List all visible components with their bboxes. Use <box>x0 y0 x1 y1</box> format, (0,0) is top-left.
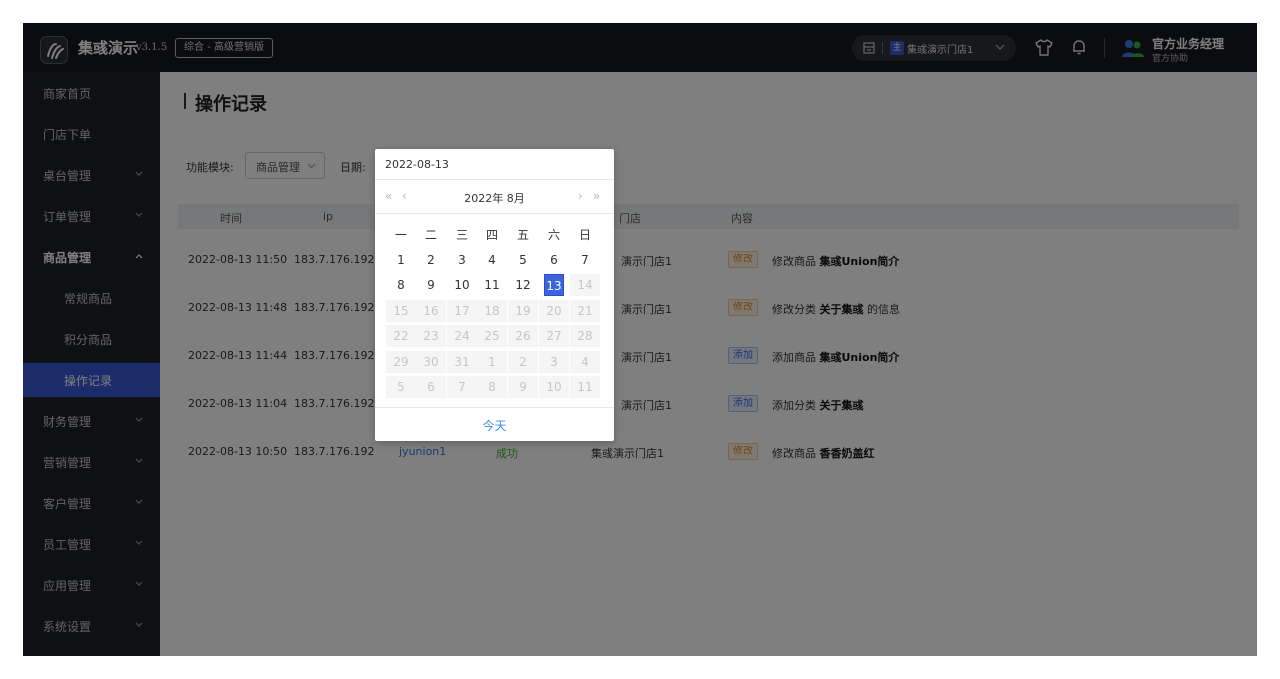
weekday-label: 六 <box>547 228 560 242</box>
calendar-day: 22 <box>386 325 416 347</box>
weekday-label: 三 <box>455 228 468 242</box>
modal-overlay[interactable] <box>23 23 1257 656</box>
calendar-day: 28 <box>570 325 600 347</box>
calendar-day: 2 <box>508 351 538 373</box>
date-picker-popup: 2022-08-13 « ‹ 2022年 8月 › » 一二三四五六日 1234… <box>375 149 614 441</box>
calendar-day[interactable]: 9 <box>416 274 446 296</box>
calendar-day: 1 <box>477 351 507 373</box>
calendar-day: 31 <box>447 351 477 373</box>
calendar-day-selected[interactable]: 13 <box>544 274 564 296</box>
calendar-day: 3 <box>539 351 569 373</box>
next-month-button[interactable]: › <box>578 189 583 203</box>
calendar-day: 11 <box>570 376 600 398</box>
calendar-header: « ‹ 2022年 8月 › » <box>375 180 614 214</box>
calendar-day: 5 <box>386 376 416 398</box>
calendar-day: 4 <box>570 351 600 373</box>
calendar-day: 20 <box>539 300 569 322</box>
calendar-day: 24 <box>447 325 477 347</box>
calendar-day[interactable]: 4 <box>477 249 507 271</box>
calendar-day: 17 <box>447 300 477 322</box>
app-window: 集彧演示 v3.1.5 综合 - 高级营销版 主 集彧演示门店1 <box>23 23 1257 656</box>
calendar-day[interactable]: 5 <box>508 249 538 271</box>
calendar-day[interactable]: 3 <box>447 249 477 271</box>
calendar-footer: 今天 <box>375 407 614 441</box>
weekday-label: 五 <box>516 228 529 242</box>
weekday-label: 一 <box>394 228 407 242</box>
calendar-day: 14 <box>570 274 600 296</box>
calendar-day: 29 <box>386 351 416 373</box>
calendar-day[interactable]: 2 <box>416 249 446 271</box>
calendar-day: 21 <box>570 300 600 322</box>
calendar-day[interactable]: 10 <box>447 274 477 296</box>
date-input-value: 2022-08-13 <box>385 158 449 171</box>
calendar-day: 19 <box>508 300 538 322</box>
calendar-day[interactable]: 6 <box>539 249 569 271</box>
calendar-day: 23 <box>416 325 446 347</box>
date-input[interactable]: 2022-08-13 <box>375 149 614 180</box>
calendar-day: 30 <box>416 351 446 373</box>
today-button[interactable]: 今天 <box>375 417 614 434</box>
calendar-day: 16 <box>416 300 446 322</box>
calendar-day: 7 <box>447 376 477 398</box>
calendar-day[interactable]: 7 <box>570 249 600 271</box>
weekday-label: 二 <box>424 228 437 242</box>
calendar-day: 6 <box>416 376 446 398</box>
calendar-day[interactable]: 11 <box>477 274 507 296</box>
next-year-button[interactable]: » <box>593 189 600 203</box>
calendar-day: 8 <box>477 376 507 398</box>
calendar-day[interactable]: 8 <box>386 274 416 296</box>
calendar-day[interactable]: 1 <box>386 249 416 271</box>
weekday-label: 日 <box>578 228 591 242</box>
calendar-day: 25 <box>477 325 507 347</box>
calendar-day: 18 <box>477 300 507 322</box>
calendar-day: 27 <box>539 325 569 347</box>
calendar-day: 15 <box>386 300 416 322</box>
calendar-day: 10 <box>539 376 569 398</box>
calendar-day[interactable]: 12 <box>508 274 538 296</box>
calendar-day: 26 <box>508 325 538 347</box>
weekday-label: 四 <box>485 228 498 242</box>
calendar-day: 9 <box>508 376 538 398</box>
